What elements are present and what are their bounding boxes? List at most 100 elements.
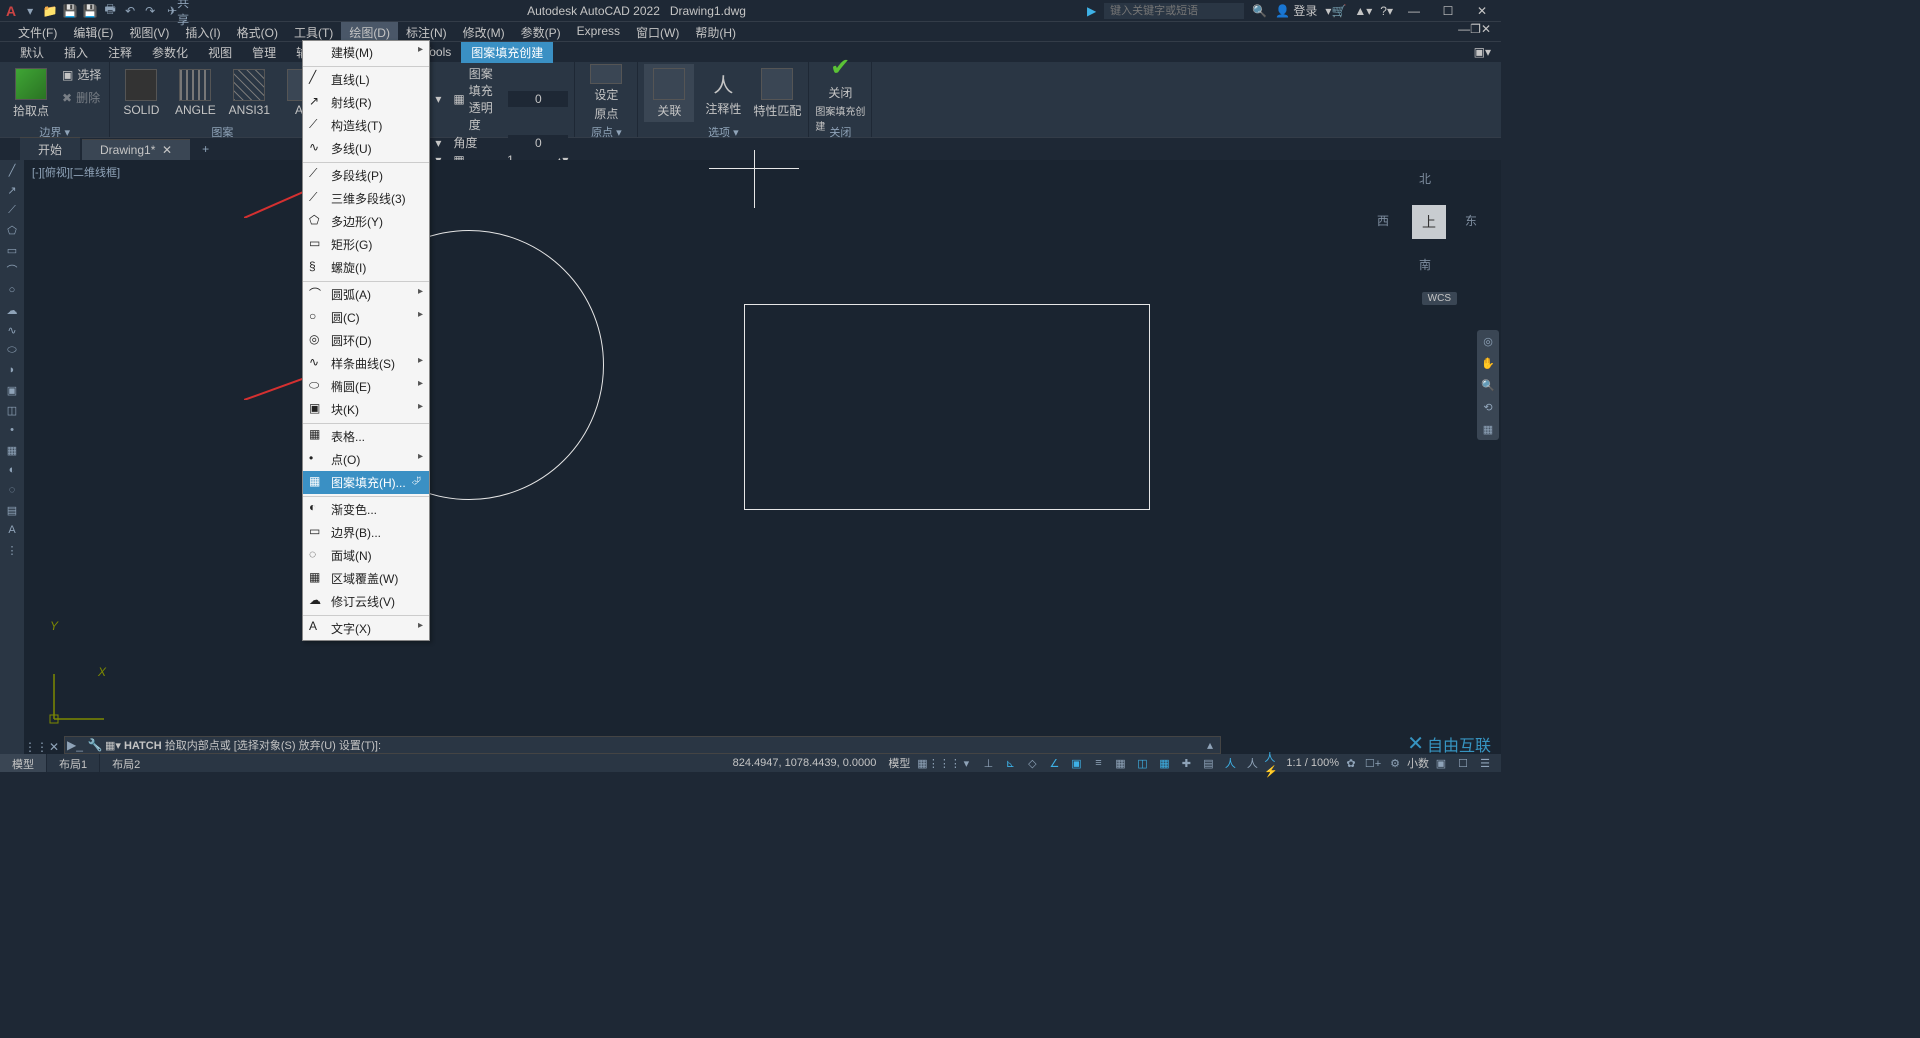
tool-line-icon[interactable]: ╱ — [0, 160, 24, 180]
canvas[interactable]: [-][俯视][二维线框] Y X 北 南 西 东 上 WCS ◎ ✋ 🔍 ⟲ — [24, 160, 1501, 772]
status-otrack-icon[interactable]: ▣ — [1066, 755, 1086, 771]
ribbon-tab-param[interactable]: 参数化 — [142, 42, 198, 63]
ucs-icon[interactable]: Y X — [44, 669, 114, 732]
status-ortho-icon[interactable]: ⊥ — [978, 755, 998, 771]
viewcube-west[interactable]: 西 — [1377, 212, 1389, 229]
tool-text-icon[interactable]: A — [0, 520, 24, 540]
tool-rectangle-icon[interactable]: ▭ — [0, 240, 24, 260]
status-aw-icon[interactable]: 人 — [1242, 755, 1262, 771]
draw-menu-item-11[interactable]: ○圆(C) — [303, 306, 429, 329]
draw-menu-item-4[interactable]: ∿多线(U) — [303, 137, 429, 160]
tool-hatch-icon[interactable]: ▦ — [0, 440, 24, 460]
ribbon-tab-default[interactable]: 默认 — [10, 42, 54, 63]
qat-saveas-icon[interactable]: 💾 — [82, 3, 98, 19]
doc-close-button[interactable]: ✕ — [1481, 22, 1491, 41]
tool-region-icon[interactable]: ◌ — [0, 480, 24, 500]
nav-wheel-icon[interactable]: ◎ — [1477, 330, 1499, 352]
nav-zoom-icon[interactable]: 🔍 — [1477, 374, 1499, 396]
maximize-button[interactable]: ☐ — [1435, 4, 1461, 18]
tool-polygon-icon[interactable]: ⬠ — [0, 220, 24, 240]
viewport-label[interactable]: [-][俯视][二维线框] — [32, 164, 120, 180]
status-3dosnap-icon[interactable]: ▦ — [1154, 755, 1174, 771]
tool-spline-icon[interactable]: ∿ — [0, 320, 24, 340]
draw-menu-item-18[interactable]: ▦图案填充(H)...⮰ — [303, 471, 429, 494]
qat-redo-icon[interactable]: ↷ — [142, 3, 158, 19]
draw-menu-item-14[interactable]: ⬭椭圆(E) — [303, 375, 429, 398]
status-dyn-icon[interactable]: ✚ — [1176, 755, 1196, 771]
pick-points-button[interactable]: 拾取点 — [6, 64, 56, 122]
wcs-badge[interactable]: WCS — [1422, 292, 1457, 305]
status-iso-icon[interactable]: ◇ — [1022, 755, 1042, 771]
cmd-history-icon[interactable]: ▴ — [1200, 738, 1220, 752]
status-ws-icon[interactable]: ⚙ — [1385, 755, 1405, 771]
ribbon-tab-manage[interactable]: 管理 — [242, 42, 286, 63]
menu-tools[interactable]: 工具(T) — [286, 22, 341, 41]
ribbon-tab-view[interactable]: 视图 — [198, 42, 242, 63]
cmd-config-icon[interactable]: 🔧 — [85, 738, 105, 752]
status-snap-icon[interactable]: ⋮⋮⋮ — [934, 755, 954, 771]
menu-dimension[interactable]: 标注(N) — [398, 22, 455, 41]
draw-menu-item-22[interactable]: ▦区域覆盖(W) — [303, 567, 429, 590]
status-model[interactable]: 模型 — [888, 755, 910, 771]
ribbon-collapse-icon[interactable]: ▣▾ — [1474, 45, 1501, 59]
status-polar-icon[interactable]: ⊾ — [1000, 755, 1020, 771]
menu-param[interactable]: 参数(P) — [513, 22, 569, 41]
viewcube-top[interactable]: 上 — [1412, 205, 1446, 239]
user-icon[interactable]: 👤 登录 — [1275, 2, 1317, 19]
menu-format[interactable]: 格式(O) — [229, 22, 286, 41]
draw-menu-item-13[interactable]: ∿样条曲线(S) — [303, 352, 429, 375]
menu-edit[interactable]: 编辑(E) — [65, 22, 121, 41]
status-gear-icon[interactable]: ✿ — [1341, 755, 1361, 771]
add-tab-button[interactable]: + — [192, 139, 219, 159]
draw-menu-item-6[interactable]: ⟋三维多段线(3) — [303, 187, 429, 210]
status-cycle-icon[interactable]: ◫ — [1132, 755, 1152, 771]
remove-button[interactable]: ✖ 删除 — [60, 87, 103, 108]
search-input[interactable] — [1104, 3, 1244, 19]
status-clean-icon[interactable]: ☐ — [1453, 755, 1473, 771]
menu-help[interactable]: 帮助(H) — [687, 22, 744, 41]
menu-window[interactable]: 窗口(W) — [628, 22, 687, 41]
draw-menu-item-10[interactable]: ⌒圆弧(A) — [303, 281, 429, 306]
draw-menu-item-19[interactable]: ◐渐变色... — [303, 496, 429, 521]
autodesk-icon[interactable]: ▲▾ — [1354, 4, 1372, 18]
search-icon[interactable]: 🔍 — [1252, 4, 1267, 18]
qat-undo-icon[interactable]: ↶ — [122, 3, 138, 19]
draw-menu-item-21[interactable]: ◌面域(N) — [303, 544, 429, 567]
ribbon-tab-hatch[interactable]: 图案填充创建 — [461, 42, 553, 63]
status-custom-icon[interactable]: ☰ — [1475, 755, 1495, 771]
nav-orbit-icon[interactable]: ⟲ — [1477, 396, 1499, 418]
drawing-area[interactable]: ╱ ↗ ⟋ ⬠ ▭ ⌒ ○ ☁ ∿ ⬭ ◗ ▣ ◫ • ▦ ◐ ◌ ▤ A ⋮ … — [0, 160, 1501, 772]
draw-menu-item-20[interactable]: ▭边界(B)... — [303, 521, 429, 544]
tool-ellipsearc-icon[interactable]: ◗ — [0, 360, 24, 380]
pattern-ansi31[interactable]: ANSI31 — [224, 64, 274, 122]
tool-insert-icon[interactable]: ▣ — [0, 380, 24, 400]
menu-modify[interactable]: 修改(M) — [455, 22, 513, 41]
viewcube[interactable]: 北 南 西 东 上 — [1377, 170, 1477, 270]
tool-polyline-icon[interactable]: ⟋ — [0, 200, 24, 220]
qat-save-icon[interactable]: 💾 — [62, 3, 78, 19]
transparency-value[interactable]: 0 — [508, 91, 568, 107]
status-zoom[interactable]: 1:1 / 100% — [1286, 757, 1339, 769]
menu-express[interactable]: Express — [569, 22, 628, 41]
nav-showmotion-icon[interactable]: ▦ — [1477, 418, 1499, 440]
nav-pan-icon[interactable]: ✋ — [1477, 352, 1499, 374]
cart-icon[interactable]: ▾🛒 — [1325, 4, 1346, 18]
set-origin-button[interactable]: 设定原点 — [581, 64, 631, 122]
status-annoauto-icon[interactable]: 人⚡ — [1264, 755, 1284, 771]
doc-minimize-button[interactable]: — — [1458, 22, 1470, 41]
tool-ellipse-icon[interactable]: ⬭ — [0, 340, 24, 360]
close-button[interactable]: ✕ — [1469, 4, 1495, 18]
tool-more-icon[interactable]: ⋮ — [0, 540, 24, 560]
tool-ray-icon[interactable]: ↗ — [0, 180, 24, 200]
close-hatch-button[interactable]: ✔ 关闭 图案填充创建 — [815, 64, 865, 122]
status-units[interactable]: 小数 — [1407, 755, 1429, 771]
share-button[interactable]: ✈ 共享 — [170, 3, 186, 19]
draw-menu-item-1[interactable]: ╱直线(L) — [303, 66, 429, 91]
minimize-button[interactable]: — — [1401, 4, 1427, 18]
tool-table-icon[interactable]: ▤ — [0, 500, 24, 520]
tool-gradient-icon[interactable]: ◐ — [0, 460, 24, 480]
command-line[interactable]: ▶_ 🔧 ▦▾ HATCH 拾取内部点或 [选择对象(S) 放弃(U) 设置(T… — [64, 736, 1221, 754]
status-osnap-icon[interactable]: ∠ — [1044, 755, 1064, 771]
status-transp-icon[interactable]: ▦ — [1110, 755, 1130, 771]
draw-menu-item-23[interactable]: ☁修订云线(V) — [303, 590, 429, 613]
